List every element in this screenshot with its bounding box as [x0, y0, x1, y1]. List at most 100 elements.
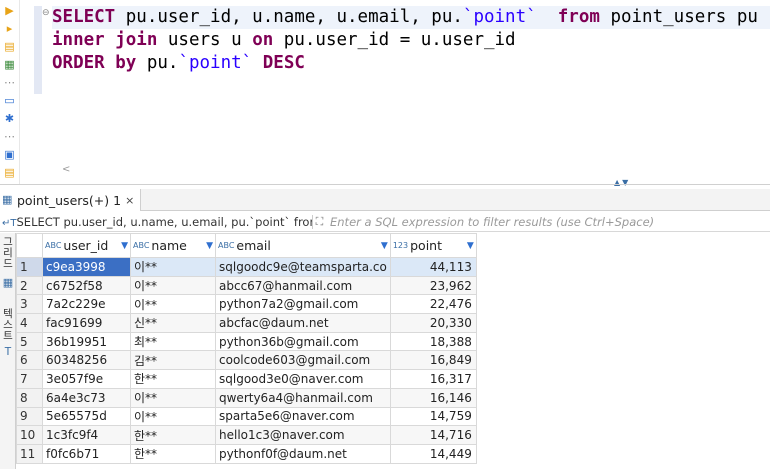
filter-dropdown-icon[interactable]: ▼ [467, 241, 474, 251]
explain-plan-icon[interactable]: ▤ [3, 40, 16, 53]
cell-name[interactable]: 이** [130, 294, 216, 315]
cell-email[interactable]: pythonf0f@daum.net [215, 443, 391, 464]
table-row[interactable]: 5 36b19951 최** python36b@gmail.com 18,388 [16, 331, 477, 352]
table-row[interactable]: 2 c6752f58 이** abcc67@hanmail.com 23,962 [16, 275, 477, 296]
row-number[interactable]: 6 [16, 350, 43, 371]
cell-point[interactable]: 16,849 [389, 350, 477, 371]
cell-user-id[interactable]: c6752f58 [42, 275, 131, 296]
editor-divider[interactable] [0, 184, 770, 185]
row-number[interactable]: 2 [16, 275, 43, 296]
table-row[interactable]: 10 1c3fc9f4 한** hello1c3@naver.com 14,716 [16, 425, 477, 445]
cell-name[interactable]: 한** [130, 425, 216, 445]
row-number[interactable]: 3 [16, 294, 43, 315]
cell-point[interactable]: 14,449 [389, 443, 477, 464]
close-tab-button[interactable]: × [125, 194, 134, 207]
output-icon[interactable]: ▤ [3, 166, 16, 179]
cell-name[interactable]: 김** [130, 350, 216, 371]
cell-point[interactable]: 44,113 [389, 257, 477, 277]
row-number[interactable]: 5 [16, 331, 43, 352]
row-number[interactable]: 1 [16, 257, 43, 277]
cell-user-id[interactable]: 6a4e3c73 [42, 387, 131, 408]
cell-user-id[interactable]: 60348256 [42, 350, 131, 371]
text-icon[interactable]: T [2, 347, 14, 358]
filter-dropdown-icon[interactable]: ▼ [381, 241, 388, 251]
cell-name[interactable]: 이** [130, 387, 216, 408]
cell-email[interactable]: sparta5e6@naver.com [215, 406, 391, 427]
table-row[interactable]: 7 3e057f9e 한** sqlgood3e0@naver.com 16,317 [16, 369, 477, 389]
cell-user-id[interactable]: 1c3fc9f4 [42, 425, 131, 445]
table-row[interactable]: 1 c9ea3998 이** sqlgoodc9e@teamsparta.co 44,1… [16, 257, 477, 277]
cell-user-id[interactable]: 3e057f9e [42, 369, 131, 389]
row-number[interactable]: 4 [16, 313, 43, 333]
sql-code[interactable]: SELECT pu.user_id, u.name, u.email, pu.`… [52, 6, 770, 75]
row-number[interactable]: 9 [16, 406, 43, 427]
table-row[interactable]: 4 fac91699 신** abcfac@daum.net 20,330 [16, 313, 477, 333]
table-row[interactable]: 8 6a4e3c73 이** qwerty6a4@hanmail.com 16,146 [16, 387, 477, 408]
cell-name[interactable]: 한** [130, 369, 216, 389]
row-number[interactable]: 10 [16, 425, 43, 445]
column-header-name[interactable]: ABC name ▼ [130, 233, 216, 258]
expand-filter-icon[interactable]: ⛶ [312, 214, 326, 229]
table-row[interactable]: 11 f0fc6b71 한** pythonf0f@daum.net 14,449 [16, 443, 477, 464]
panel-icon[interactable]: ▣ [3, 148, 16, 161]
table-row[interactable]: 9 5e65575d 이** sparta5e6@naver.com 14,759 [16, 406, 477, 427]
cell-user-id[interactable]: f0fc6b71 [42, 443, 131, 464]
cell-user-id[interactable]: 7a2c229e [42, 294, 131, 315]
cell-email[interactable]: coolcode603@gmail.com [215, 350, 391, 371]
cell-name[interactable]: 이** [130, 275, 216, 296]
console-icon[interactable]: ▭ [3, 94, 16, 107]
results-grid[interactable]: ABC user_id ▼ ABC name ▼ ABC email ▼ 123 point ▼… [16, 233, 477, 464]
cell-point[interactable]: 22,476 [389, 294, 477, 315]
cell-point[interactable]: 16,317 [389, 369, 477, 389]
column-header-user-id[interactable]: ABC user_id ▼ [42, 233, 131, 258]
cell-user-id[interactable]: 5e65575d [42, 406, 131, 427]
column-header-email[interactable]: ABC email ▼ [215, 233, 391, 258]
cell-email[interactable]: sqlgoodc9e@teamsparta.co [215, 257, 391, 277]
cell-point[interactable]: 14,716 [389, 425, 477, 445]
cell-email[interactable]: sqlgood3e0@naver.com [215, 369, 391, 389]
row-number[interactable]: 8 [16, 387, 43, 408]
cell-email[interactable]: abcc67@hanmail.com [215, 275, 391, 296]
column-header-point[interactable]: 123 point ▼ [389, 233, 477, 258]
cell-name[interactable]: 이** [130, 406, 216, 427]
cell-email[interactable]: hello1c3@naver.com [215, 425, 391, 445]
panel-toggle-arrows-icon[interactable]: ▲▼ [614, 178, 630, 187]
cell-point[interactable]: 18,388 [389, 331, 477, 352]
cell-point[interactable]: 16,146 [389, 387, 477, 408]
cell-user-id[interactable]: c9ea3998 [42, 257, 131, 277]
cell-user-id[interactable]: fac91699 [42, 313, 131, 333]
cell-name[interactable]: 이** [130, 257, 216, 277]
scroll-left-button[interactable]: < [62, 164, 70, 175]
cell-email[interactable]: python7a2@gmail.com [215, 294, 391, 315]
cell-user-id[interactable]: 36b19951 [42, 331, 131, 352]
cell-point[interactable]: 23,962 [389, 275, 477, 296]
execute-icon[interactable]: ▶ [3, 4, 16, 17]
sql-editor[interactable]: ▶ ▸ ▤ ▦ ⋯ ▭ ✱ ⋯ ▣ ▤ ⊖ SELECT pu.user_id,… [0, 0, 770, 187]
row-number[interactable]: 11 [16, 443, 43, 464]
cell-name[interactable]: 최** [130, 331, 216, 352]
table-row[interactable]: 6 60348256 김** coolcode603@gmail.com 16,849 [16, 350, 477, 371]
cell-name[interactable]: 한** [130, 443, 216, 464]
settings-icon[interactable]: ✱ [3, 112, 16, 125]
query-text[interactable]: ↵TSELECT pu.user_id, u.name, u.email, pu… [0, 215, 312, 229]
cell-email[interactable]: abcfac@daum.net [215, 313, 391, 333]
cell-point[interactable]: 20,330 [389, 313, 477, 333]
cell-point[interactable]: 14,759 [389, 406, 477, 427]
cell-email[interactable]: qwerty6a4@hanmail.com [215, 387, 391, 408]
grid-mode-tab[interactable]: 그리드 [2, 237, 14, 270]
cell-name[interactable]: 신** [130, 313, 216, 333]
filter-dropdown-icon[interactable]: ▼ [121, 241, 128, 251]
fold-toggle-icon[interactable]: ⊖ [42, 8, 50, 18]
tab-point-users[interactable]: ▦ point_users(+) 1 × [0, 189, 142, 211]
table-row[interactable]: 3 7a2c229e 이** python7a2@gmail.com 22,476 [16, 294, 477, 315]
cell-email[interactable]: python36b@gmail.com [215, 331, 391, 352]
row-number[interactable]: 7 [16, 369, 43, 389]
sql-keyword: inner join [52, 30, 158, 50]
filter-dropdown-icon[interactable]: ▼ [206, 241, 213, 251]
grid-icon[interactable]: ▦ [2, 277, 14, 288]
text-mode-tab[interactable]: 텍스트 [2, 309, 14, 342]
query-label: SELECT pu.user_id, u.name, u.email, pu.`… [16, 214, 313, 229]
execute-script-icon[interactable]: ▸ [3, 22, 16, 35]
filter-input[interactable]: Enter a SQL expression to filter results… [326, 215, 654, 229]
export-icon[interactable]: ▦ [3, 58, 16, 71]
